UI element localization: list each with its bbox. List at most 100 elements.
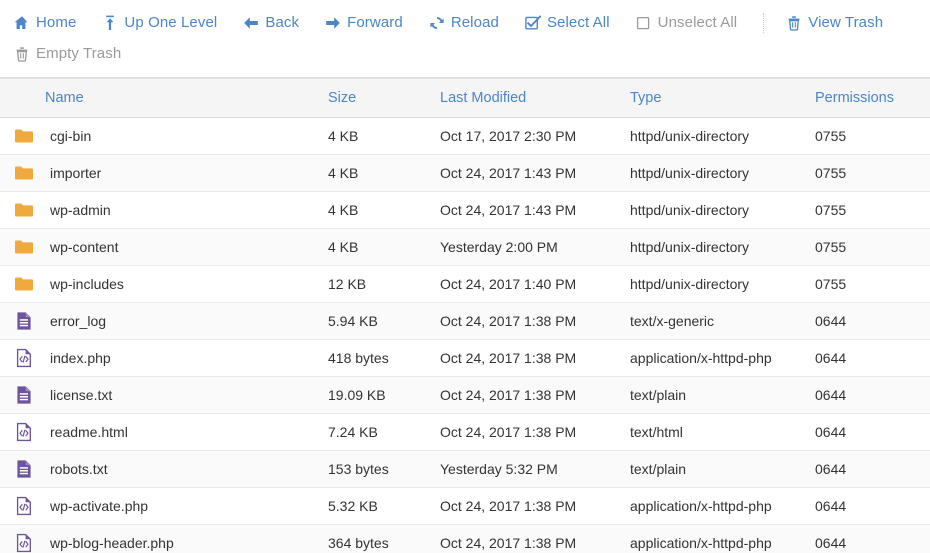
file-size-cell: 7.24 KB [300, 413, 430, 451]
file-modified-cell: Oct 17, 2017 2:30 PM [430, 117, 620, 155]
toolbar-button-unselect-all: Unselect All [636, 12, 738, 34]
folder-icon [14, 126, 34, 146]
file-name-label: readme.html [50, 424, 128, 440]
toolbar-button-up-one-level[interactable]: Up One Level [102, 12, 217, 34]
file-name-label: importer [50, 165, 102, 181]
toolbar-button-forward[interactable]: Forward [325, 12, 403, 34]
file-name-cell[interactable]: wp-activate.php [0, 487, 300, 525]
file-permissions-cell: 0644 [805, 302, 930, 340]
file-name-cell[interactable]: wp-admin [0, 191, 300, 229]
file-name-label: wp-includes [50, 276, 124, 292]
file-size-cell: 4 KB [300, 117, 430, 155]
file-permissions-cell: 0644 [805, 487, 930, 525]
file-permissions-cell: 0755 [805, 191, 930, 229]
file-name-label: robots.txt [50, 461, 108, 477]
toolbar-button-label: View Trash [808, 14, 884, 31]
file-modified-cell: Oct 24, 2017 1:43 PM [430, 191, 620, 229]
text-file-icon [14, 385, 34, 405]
arrow-right-icon [325, 15, 341, 31]
file-row[interactable]: readme.html 7.24 KB Oct 24, 2017 1:38 PM te… [0, 413, 930, 451]
toolbar-separator [763, 12, 765, 33]
toolbar-button-reload[interactable]: Reload [429, 12, 499, 34]
toolbar-button-label: Reload [450, 14, 499, 31]
file-row[interactable]: cgi-bin 4 KB Oct 17, 2017 2:30 PM httpd/uni… [0, 117, 930, 155]
file-size-cell: 364 bytes [300, 524, 430, 553]
file-modified-cell: Oct 24, 2017 1:38 PM [430, 376, 620, 414]
file-modified-cell: Oct 24, 2017 1:43 PM [430, 154, 620, 192]
file-size-cell: 12 KB [300, 265, 430, 303]
file-name-cell[interactable]: wp-includes [0, 265, 300, 303]
file-name-label: error_log [50, 313, 107, 329]
file-table-header: Name Size Last Modified Type Permissions [0, 78, 930, 118]
file-size-cell: 5.32 KB [300, 487, 430, 525]
file-type-cell: httpd/unix-directory [620, 265, 805, 303]
file-row[interactable]: robots.txt 153 bytes Yesterday 5:32 PM text… [0, 450, 930, 488]
file-size-cell: 4 KB [300, 228, 430, 266]
file-modified-cell: Oct 24, 2017 1:38 PM [430, 524, 620, 553]
file-name-label: license.txt [50, 387, 113, 403]
toolbar-button-label: Unselect All [657, 14, 738, 31]
column-header-permissions[interactable]: Permissions [805, 78, 930, 118]
folder-icon [14, 163, 34, 183]
text-file-icon [14, 311, 34, 331]
column-header-last-modified[interactable]: Last Modified [430, 78, 620, 118]
file-name-label: wp-blog-header.php [50, 535, 174, 551]
toolbar-button-label: Back [265, 14, 300, 31]
file-type-cell: text/plain [620, 376, 805, 414]
file-manager: Home Up One Level Back Forward Reload Select … [0, 0, 930, 553]
checkbox-empty-icon [636, 15, 652, 31]
toolbar-button-select-all[interactable]: Select All [525, 12, 610, 34]
file-row[interactable]: wp-blog-header.php 364 bytes Oct 24, 2017 … [0, 524, 930, 553]
file-name-cell[interactable]: error_log [0, 302, 300, 340]
file-name-cell[interactable]: importer [0, 154, 300, 192]
folder-icon [14, 237, 34, 257]
file-permissions-cell: 0755 [805, 265, 930, 303]
file-name-cell[interactable]: license.txt [0, 376, 300, 414]
toolbar-button-view-trash[interactable]: View Trash [786, 12, 883, 34]
reload-icon [429, 15, 445, 31]
file-permissions-cell: 0644 [805, 524, 930, 553]
file-permissions-cell: 0644 [805, 376, 930, 414]
file-row[interactable]: importer 4 KB Oct 24, 2017 1:43 PM httpd/un… [0, 154, 930, 192]
trash-icon [786, 15, 802, 31]
file-type-cell: text/html [620, 413, 805, 451]
file-name-label: cgi-bin [50, 128, 92, 144]
file-modified-cell: Oct 24, 2017 1:38 PM [430, 302, 620, 340]
file-row[interactable]: wp-admin 4 KB Oct 24, 2017 1:43 PM httpd/un… [0, 191, 930, 229]
column-header-name[interactable]: Name [0, 78, 300, 118]
toolbar-row-secondary: Empty Trash [14, 38, 916, 69]
trash-icon [14, 46, 30, 62]
header-row: Name Size Last Modified Type Permissions [0, 78, 930, 118]
file-name-cell[interactable]: cgi-bin [0, 117, 300, 155]
file-modified-cell: Yesterday 2:00 PM [430, 228, 620, 266]
toolbar-button-label: Empty Trash [36, 45, 122, 62]
column-header-size[interactable]: Size [300, 78, 430, 118]
file-modified-cell: Oct 24, 2017 1:38 PM [430, 413, 620, 451]
text-file-icon [14, 459, 34, 479]
file-name-cell[interactable]: readme.html [0, 413, 300, 451]
file-name-cell[interactable]: robots.txt [0, 450, 300, 488]
toolbar-button-label: Home [36, 14, 77, 31]
file-name-cell[interactable]: index.php [0, 339, 300, 377]
file-row[interactable]: error_log 5.94 KB Oct 24, 2017 1:38 PM text… [0, 302, 930, 340]
file-row[interactable]: wp-includes 12 KB Oct 24, 2017 1:40 PM http… [0, 265, 930, 303]
file-row[interactable]: index.php 418 bytes Oct 24, 2017 1:38 PM ap… [0, 339, 930, 377]
file-type-cell: text/plain [620, 450, 805, 488]
toolbar-button-home[interactable]: Home [14, 12, 76, 34]
file-row[interactable]: wp-content 4 KB Yesterday 2:00 PM httpd/uni… [0, 228, 930, 266]
file-size-cell: 153 bytes [300, 450, 430, 488]
toolbar-button-back[interactable]: Back [243, 12, 299, 34]
file-name-cell[interactable]: wp-content [0, 228, 300, 266]
file-listing-table: Name Size Last Modified Type Permissions… [0, 78, 930, 553]
level-up-icon [102, 15, 118, 31]
toolbar-row-primary: Home Up One Level Back Forward Reload Select … [14, 7, 916, 38]
file-name-cell[interactable]: wp-blog-header.php [0, 524, 300, 553]
file-permissions-cell: 0755 [805, 154, 930, 192]
file-row[interactable]: wp-activate.php 5.32 KB Oct 24, 2017 1:38 … [0, 487, 930, 525]
file-size-cell: 4 KB [300, 154, 430, 192]
file-row[interactable]: license.txt 19.09 KB Oct 24, 2017 1:38 PM t… [0, 376, 930, 414]
column-header-type[interactable]: Type [620, 78, 805, 118]
file-name-label: index.php [50, 350, 111, 366]
file-permissions-cell: 0644 [805, 413, 930, 451]
file-manager-toolbar: Home Up One Level Back Forward Reload Select … [0, 0, 930, 78]
